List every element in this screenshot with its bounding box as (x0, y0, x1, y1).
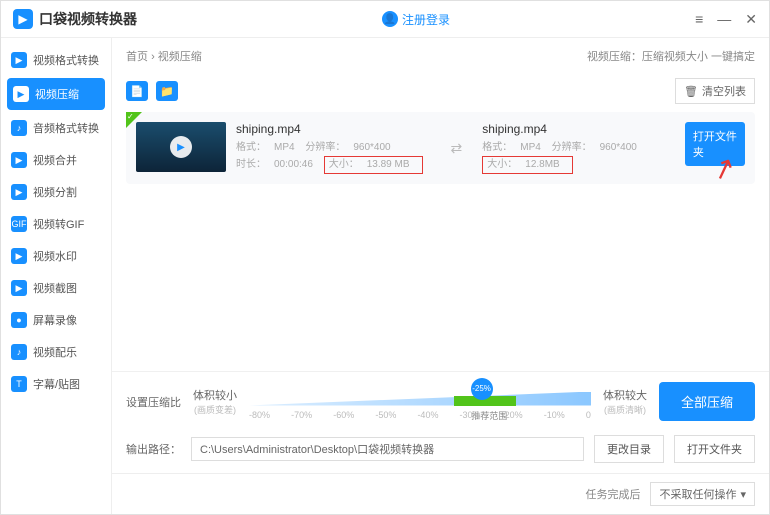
source-filename: shiping.mp4 (236, 122, 431, 136)
chevron-down-icon: ▾ (740, 488, 746, 501)
slider-handle[interactable]: -25% (471, 378, 493, 400)
compress-slider[interactable]: 推荐范围 -25% -80%-70%-60%-50%-40%-30%-20%-1… (249, 384, 591, 420)
compress-icon: ▶ (13, 86, 29, 102)
output-path-input[interactable] (191, 437, 584, 461)
close-button[interactable]: ✕ (745, 11, 757, 28)
sidebar-item-video-gif[interactable]: GIF视频转GIF (1, 208, 111, 240)
compress-all-button[interactable]: 全部压缩 (659, 382, 755, 421)
compress-ratio-label: 设置压缩比 (126, 394, 181, 410)
sidebar-item-bgm[interactable]: ♪视频配乐 (1, 336, 111, 368)
play-icon: ▶ (170, 136, 192, 158)
breadcrumb: 首页 › 视频压缩 视频压缩：压缩视频大小 一键搞定 (112, 38, 769, 74)
sidebar-item-audio-convert[interactable]: ♪音频格式转换 (1, 112, 111, 144)
split-icon: ▶ (11, 184, 27, 200)
text-icon: T (11, 376, 27, 392)
after-task-label: 任务完成后 (585, 486, 640, 502)
screenshot-icon: ▶ (11, 280, 27, 296)
watermark-icon: ▶ (11, 248, 27, 264)
minimize-button[interactable]: — (717, 11, 731, 28)
swap-icon: ⇄ (451, 140, 463, 157)
size-small-label: 体积较小(画质变差) (193, 387, 237, 416)
sidebar: ▶视频格式转换 ▶视频压缩 ♪音频格式转换 ▶视频合并 ▶视频分割 GIF视频转… (1, 38, 111, 514)
video-thumbnail[interactable]: ▶ (136, 122, 226, 172)
size-large-label: 体积较大(画质清晰) (603, 387, 647, 416)
login-label: 注册登录 (402, 11, 450, 28)
breadcrumb-current: 视频压缩 (158, 51, 202, 63)
file-row[interactable]: ▶ shiping.mp4 格式：MP4 分辨率：960*400 时长：00:0… (126, 112, 755, 184)
slider-marks: -80%-70%-60%-50%-40%-30%-20%-10%0 (249, 410, 591, 420)
check-icon (126, 112, 142, 128)
user-icon: 👤 (382, 11, 398, 27)
sidebar-item-screenshot[interactable]: ▶视频截图 (1, 272, 111, 304)
login-link[interactable]: 👤 注册登录 (382, 11, 450, 28)
merge-icon: ▶ (11, 152, 27, 168)
app-logo-icon: ▶ (13, 9, 33, 29)
change-dir-button[interactable]: 更改目录 (594, 435, 664, 463)
sidebar-item-screen-record[interactable]: ●屏幕录像 (1, 304, 111, 336)
sidebar-item-video-split[interactable]: ▶视频分割 (1, 176, 111, 208)
add-file-button[interactable]: 📄 (126, 81, 148, 101)
record-icon: ● (11, 312, 27, 328)
sidebar-item-video-convert[interactable]: ▶视频格式转换 (1, 44, 111, 76)
sidebar-item-subtitle[interactable]: T字幕/贴图 (1, 368, 111, 400)
breadcrumb-home[interactable]: 首页 (126, 51, 148, 63)
after-task-select[interactable]: 不采取任何操作▾ (650, 482, 755, 506)
open-output-folder-button[interactable]: 打开文件夹 (674, 435, 755, 463)
video-icon: ▶ (11, 52, 27, 68)
app-title: 口袋视频转换器 (39, 9, 137, 29)
gif-icon: GIF (11, 216, 27, 232)
add-folder-button[interactable]: 📁 (156, 81, 178, 101)
output-path-label: 输出路径： (126, 441, 181, 457)
page-tip: 视频压缩：压缩视频大小 一键搞定 (587, 48, 755, 64)
sidebar-item-watermark[interactable]: ▶视频水印 (1, 240, 111, 272)
menu-button[interactable]: ≡ (695, 11, 703, 28)
trash-icon: 🗑 (684, 85, 698, 98)
sidebar-item-video-compress[interactable]: ▶视频压缩 (7, 78, 105, 110)
audio-icon: ♪ (11, 120, 27, 136)
open-folder-button[interactable]: 打开文件夹 (685, 122, 745, 166)
sidebar-item-video-merge[interactable]: ▶视频合并 (1, 144, 111, 176)
target-size-highlight: 大小：12.8MB (482, 156, 572, 174)
target-filename: shiping.mp4 (482, 122, 645, 136)
music-icon: ♪ (11, 344, 27, 360)
clear-list-button[interactable]: 🗑清空列表 (675, 78, 755, 104)
source-size-highlight: 大小：13.89 MB (324, 156, 423, 174)
